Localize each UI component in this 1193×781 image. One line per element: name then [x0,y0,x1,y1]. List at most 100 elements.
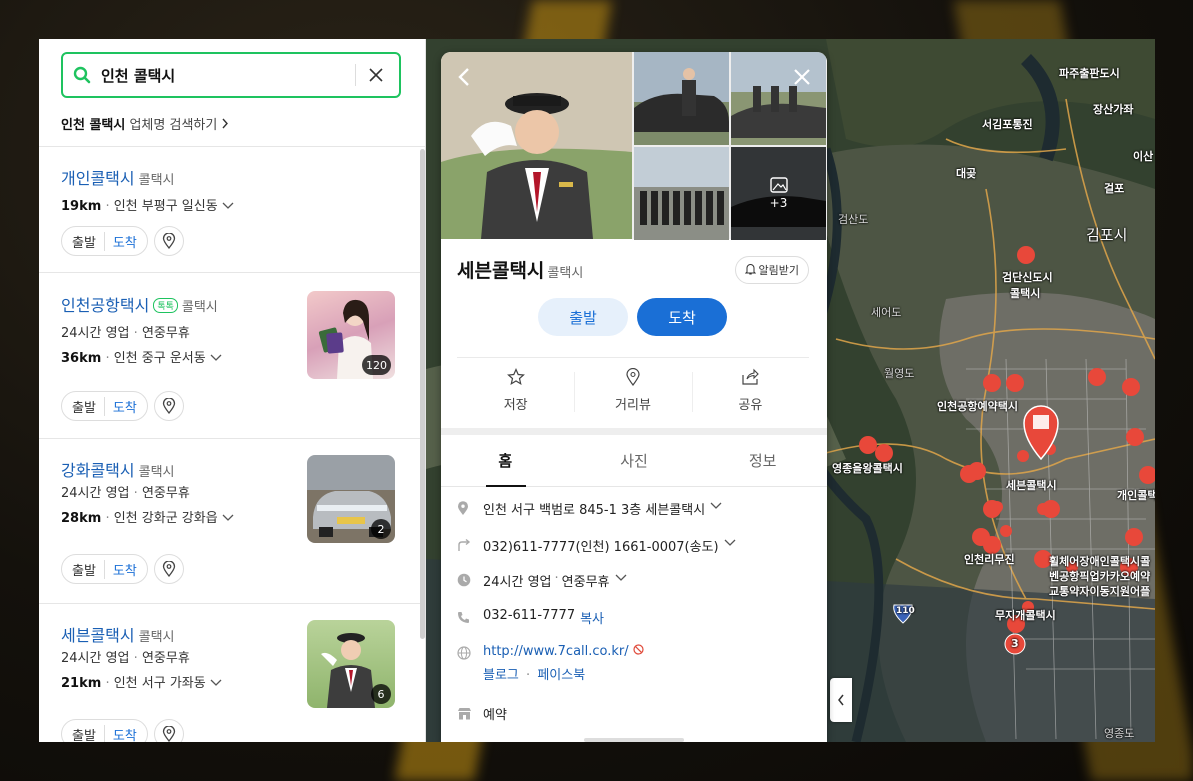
dot-separator: · [105,199,110,214]
location-pin-icon[interactable] [153,554,184,584]
arrive-button[interactable]: 도착 [105,725,137,743]
list-item[interactable]: 개인콜택시 콜택시 19km · 인천 부평구 일신동 출발 도착 [39,147,420,273]
result-name-link[interactable]: 세븐콜택시 콜택시 [61,622,175,646]
result-thumbnail[interactable]: 120 [307,291,395,379]
result-holiday: 연중무휴 [141,486,190,501]
dot-separator: · [554,571,559,586]
hours-row[interactable]: 24시간 영업 · 연중무휴 [457,571,627,590]
address-row[interactable]: 인천 서구 백범로 845-1 3층 세븐콜택시 [457,499,722,518]
divider [457,357,809,358]
tab-home[interactable]: 홈 [441,435,570,487]
search-input[interactable] [101,66,341,84]
result-location: 28km · 인천 강화군 강화읍 [61,507,234,526]
search-box[interactable] [61,52,401,98]
store-icon [457,704,483,722]
blog-link[interactable]: 블로그 [483,668,519,683]
result-address: 인천 부평구 일신동 [113,199,218,214]
biz-search-text: 업체명 검색하기 [129,118,218,133]
photo-gallery[interactable]: +3 [441,52,827,240]
location-pin-icon[interactable] [153,226,184,256]
chevron-down-icon[interactable] [210,351,222,366]
tel-row: 032-611-7777 복사 [457,608,604,627]
gallery-photo[interactable] [634,52,729,145]
dot-separator: · [133,651,138,666]
map-label: 인천공항예약택시 [937,400,1018,413]
map-label: 세어도 [871,306,902,319]
result-hours: 24시간 영업 · 연중무휴 [61,322,190,341]
chevron-left-icon[interactable] [451,64,477,90]
phone-main-text: 032)611-7777(인천) 1661-0007(송도) [483,540,719,555]
dot-separator: · [526,668,531,683]
location-pin-icon[interactable] [153,719,184,742]
dot-separator: · [105,676,110,691]
depart-button[interactable]: 출발 [72,559,105,579]
chevron-down-icon[interactable] [724,536,736,551]
scrollbar[interactable] [420,149,425,639]
result-name-link[interactable]: 인천공항택시 톡톡 콜택시 [61,292,218,316]
gallery-main-photo[interactable] [441,52,632,239]
result-holiday: 연중무휴 [141,326,190,341]
gallery-photo-more[interactable]: +3 [731,147,826,240]
list-item[interactable]: 강화콜택시 콜택시 24시간 영업 · 연중무휴 28km · 인천 강화군 강화… [39,439,420,604]
result-name-link[interactable]: 개인콜택시 콜택시 [61,165,175,189]
share-button[interactable]: 공유 [691,368,809,420]
streetview-button[interactable]: 거리뷰 [574,367,691,420]
chevron-down-icon[interactable] [210,676,222,691]
depart-button[interactable]: 출발 [538,298,628,336]
list-item[interactable]: 인천공항택시 톡톡 콜택시 24시간 영업 · 연중무휴 36km · 인천 중구 … [39,274,420,439]
search-icon [63,66,101,84]
chevron-down-icon[interactable] [615,571,627,586]
reserve-text: 예약 [483,708,507,723]
arrive-button[interactable]: 도착 [105,560,137,579]
gallery-photo[interactable] [634,147,729,240]
reserve-row[interactable]: 예약 [457,704,507,723]
tab-info[interactable]: 정보 [698,435,827,486]
notify-button[interactable]: 알림받기 [734,256,809,284]
dot-separator: · [105,511,110,526]
map-label: 영종도 [1104,727,1135,740]
result-thumbnail[interactable]: 6 [307,620,395,708]
collapse-panel-button[interactable] [830,678,852,722]
photo-count-badge: 6 [371,684,391,704]
result-name-link[interactable]: 강화콜택시 콜택시 [61,457,175,481]
globe-icon [457,644,483,662]
arrive-button[interactable]: 도착 [105,232,137,251]
website-link[interactable]: http://www.7call.co.kr/ [483,644,629,659]
depart-button[interactable]: 출발 [72,724,105,742]
map-label: 검산도 [838,213,869,226]
copy-button[interactable]: 복사 [580,608,604,627]
place-category: 콜택시 [547,266,584,281]
depart-button[interactable]: 출발 [72,396,105,416]
arrive-button[interactable]: 도착 [105,397,137,416]
chevron-down-icon[interactable] [710,499,722,514]
chevron-down-icon[interactable] [222,199,234,214]
facebook-link[interactable]: 페이스북 [537,668,585,683]
result-location: 21km · 인천 서구 가좌동 [61,672,222,691]
dot-separator: · [105,351,110,366]
arrive-button[interactable]: 도착 [637,298,727,336]
result-name: 인천공항택시 [61,296,150,315]
result-thumbnail[interactable]: 2 [307,455,395,543]
route-buttons: 출발 도착 [61,719,184,742]
list-item[interactable]: 세븐콜택시 콜택시 24시간 영업 · 연중무휴 21km · 인천 서구 가좌동 [39,604,420,742]
location-pin-icon [625,367,641,390]
business-name-search-link[interactable]: 인천 콜택시 업체명 검색하기 [61,114,229,133]
clear-icon[interactable] [356,68,396,82]
depart-button[interactable]: 출발 [72,231,105,251]
phone-row[interactable]: 032)611-7777(인천) 1661-0007(송도) [457,536,736,555]
result-name: 세븐콜택시 [61,626,135,645]
action-bar: 저장 거리뷰 공유 [457,367,809,420]
section-divider [441,428,827,435]
result-distance: 21km [61,676,102,691]
route-buttons: 출발 도착 [61,554,184,584]
result-address: 인천 중구 운서동 [113,351,206,366]
map-label: 김포시 [1086,226,1128,244]
close-icon[interactable] [789,64,815,90]
location-pin-icon[interactable] [153,391,184,421]
chevron-down-icon[interactable] [222,511,234,526]
result-hours-text: 24시간 영업 [61,326,130,341]
tab-photos[interactable]: 사진 [570,435,699,486]
map-label: 콜택시 [1010,287,1041,300]
map-label: 걸포 [1104,182,1125,195]
save-button[interactable]: 저장 [457,368,574,420]
